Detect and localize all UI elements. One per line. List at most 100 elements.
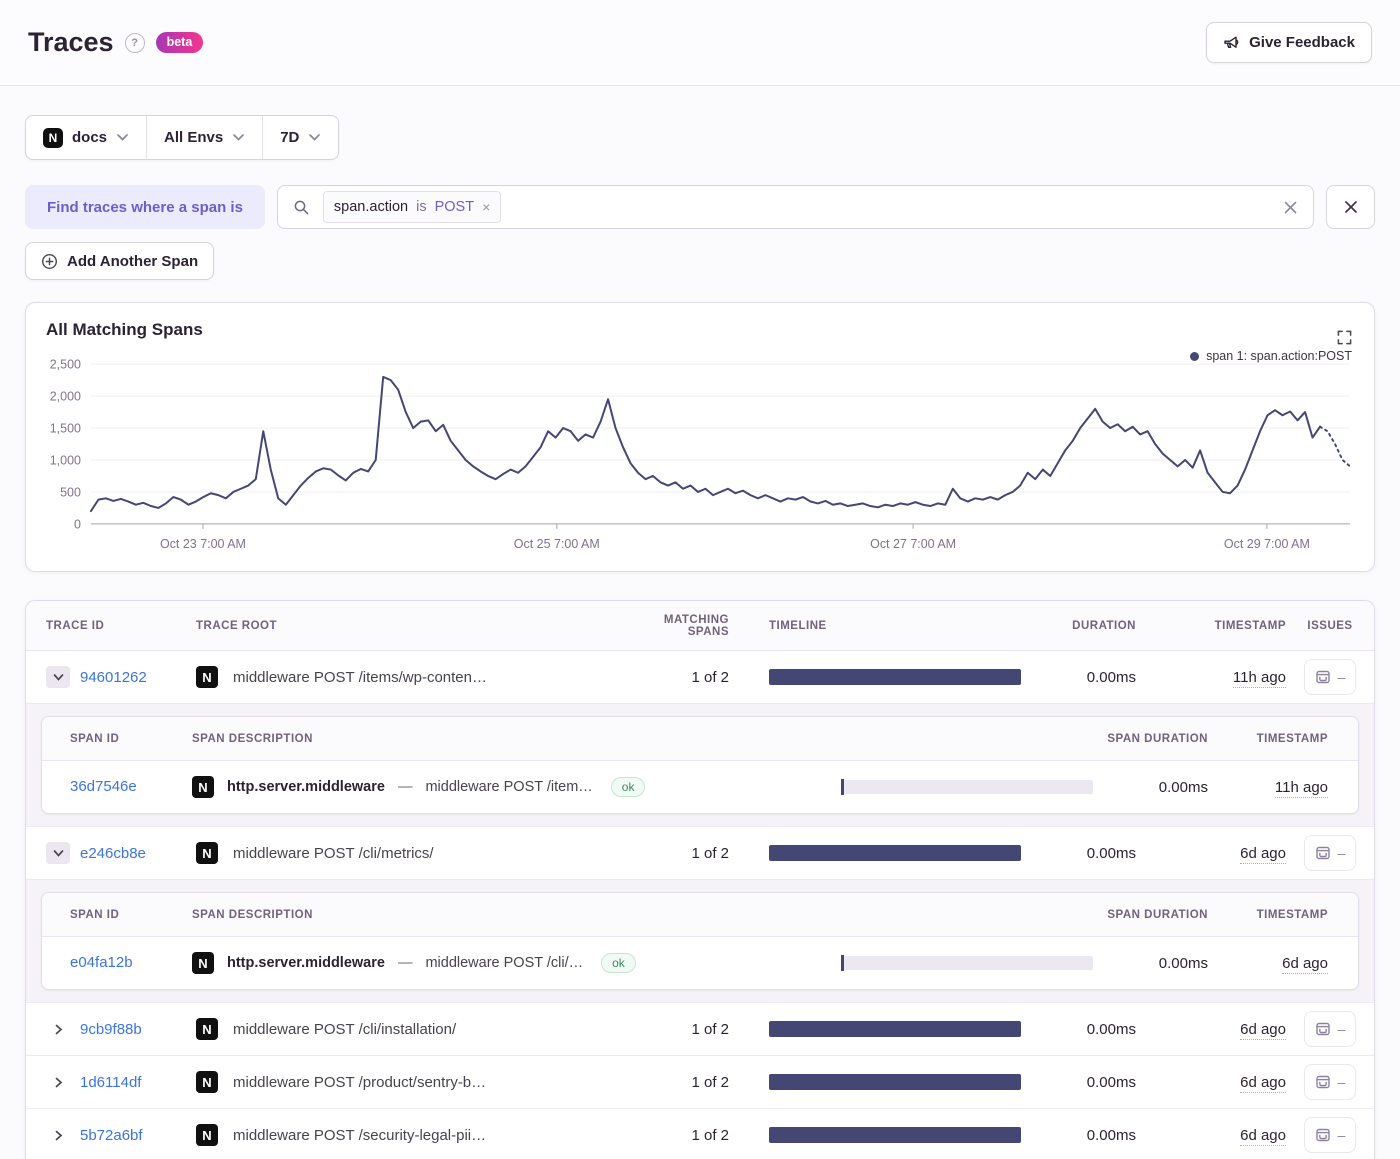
add-another-span-button[interactable]: Add Another Span xyxy=(25,242,214,280)
issues-button[interactable]: – xyxy=(1304,659,1357,695)
span-description-text: middleware POST /cli/… xyxy=(425,955,583,971)
environment-filter[interactable]: All Envs xyxy=(146,116,262,159)
trace-timeline-bar[interactable] xyxy=(769,845,1021,861)
trace-id-link[interactable]: e246cb8e xyxy=(80,845,146,862)
help-icon[interactable]: ? xyxy=(125,33,145,53)
trace-timeline-bar[interactable] xyxy=(769,1021,1021,1037)
fullscreen-icon[interactable] xyxy=(1337,330,1352,345)
trace-id-link[interactable]: 5b72a6bf xyxy=(80,1127,143,1144)
issues-icon xyxy=(1315,1127,1331,1143)
span-id-link[interactable]: e04fa12b xyxy=(70,954,133,971)
trace-root-text: middleware POST /cli/metrics/ xyxy=(233,845,434,862)
trace-timestamp[interactable]: 11h ago xyxy=(1233,669,1286,688)
trace-timestamp[interactable]: 6d ago xyxy=(1240,845,1286,864)
span-timeline-marker xyxy=(841,779,844,795)
issues-button[interactable]: – xyxy=(1304,835,1357,871)
table-body: 94601262 Nmiddleware POST /items/wp-conte… xyxy=(26,651,1374,1159)
give-feedback-button[interactable]: Give Feedback xyxy=(1206,22,1372,63)
token-key: span.action xyxy=(334,199,408,215)
column-header-timestamp: Timestamp xyxy=(1136,620,1286,632)
trace-row[interactable]: 5b72a6bf Nmiddleware POST /security-legal… xyxy=(26,1109,1374,1159)
matching-spans-count: 1 of 2 xyxy=(619,1021,729,1038)
trace-row[interactable]: 94601262 Nmiddleware POST /items/wp-conte… xyxy=(26,651,1374,704)
trace-duration: 0.00ms xyxy=(1021,1021,1136,1038)
span-timestamp[interactable]: 11h ago xyxy=(1275,779,1328,798)
trace-duration: 0.00ms xyxy=(1021,1127,1136,1144)
span-status-badge: ok xyxy=(611,777,646,797)
column-header-span-timestamp: Timestamp xyxy=(1208,733,1328,745)
span-timestamp[interactable]: 6d ago xyxy=(1282,955,1328,974)
column-header-matching-spans: Matching Spans xyxy=(619,614,729,638)
filter-token[interactable]: span.action is POST × xyxy=(323,191,501,223)
page-filter-bar: N docs All Envs 7D xyxy=(25,115,339,160)
trace-duration: 0.00ms xyxy=(1021,669,1136,686)
column-header-span-id: Span ID xyxy=(70,733,192,745)
issues-button[interactable]: – xyxy=(1304,1117,1357,1153)
trace-row[interactable]: e246cb8eNmiddleware POST /cli/metrics/1 … xyxy=(26,827,1374,880)
column-header-span-id: Span ID xyxy=(70,909,192,921)
trace-id-link[interactable]: 94601262 xyxy=(80,669,147,686)
expander-button[interactable] xyxy=(46,666,70,688)
project-filter[interactable]: N docs xyxy=(26,116,146,159)
token-operator: is xyxy=(416,199,426,215)
span-separator: — xyxy=(398,779,413,795)
nextjs-icon: N xyxy=(43,128,63,148)
column-header-trace-root: Trace Root xyxy=(196,620,619,632)
column-header-span-description: Span Description xyxy=(192,733,801,745)
span-id-link[interactable]: 36d7546e xyxy=(70,778,137,795)
clear-search-icon[interactable] xyxy=(1283,200,1298,215)
remove-token-icon[interactable]: × xyxy=(482,200,490,214)
span-row[interactable]: 36d7546eNhttp.server.middleware—middlewa… xyxy=(42,761,1358,813)
trace-timestamp[interactable]: 6d ago xyxy=(1240,1127,1286,1146)
trace-timeline-bar[interactable] xyxy=(769,669,1021,685)
time-range-filter[interactable]: 7D xyxy=(262,116,338,159)
span-duration: 0.00ms xyxy=(1093,955,1208,972)
nextjs-icon: N xyxy=(196,666,218,688)
trace-timeline-bar[interactable] xyxy=(769,1127,1021,1143)
svg-text:1,000: 1,000 xyxy=(50,453,81,467)
trace-row[interactable]: 1d6114dfNmiddleware POST /product/sentry… xyxy=(26,1056,1374,1109)
expander-button[interactable] xyxy=(46,1071,70,1093)
matching-spans-count: 1 of 2 xyxy=(619,845,729,862)
span-table-header-row: Span IDSpan DescriptionSpan DurationTime… xyxy=(42,893,1358,937)
trace-timestamp[interactable]: 6d ago xyxy=(1240,1074,1286,1093)
token-value: POST xyxy=(435,199,474,215)
environment-filter-label: All Envs xyxy=(164,129,223,146)
trace-row[interactable]: 9cb9f88bNmiddleware POST /cli/installati… xyxy=(26,1003,1374,1056)
span-op: http.server.middleware xyxy=(227,955,385,971)
issues-count: – xyxy=(1338,845,1346,861)
span-table: Span IDSpan DescriptionSpan DurationTime… xyxy=(41,892,1359,990)
nextjs-icon: N xyxy=(192,952,214,974)
give-feedback-label: Give Feedback xyxy=(1249,34,1355,51)
legend-label: span 1: span.action:POST xyxy=(1206,349,1352,363)
trace-root-text: middleware POST /security-legal-pii… xyxy=(233,1127,486,1144)
expander-button[interactable] xyxy=(46,1124,70,1146)
trace-timestamp[interactable]: 6d ago xyxy=(1240,1021,1286,1040)
span-timeline[interactable] xyxy=(841,780,1093,794)
traces-table: Trace ID Trace Root Matching Spans Timel… xyxy=(25,600,1375,1159)
issues-count: – xyxy=(1338,1127,1346,1143)
span-row[interactable]: e04fa12bNhttp.server.middleware—middlewa… xyxy=(42,937,1358,989)
trace-id-link[interactable]: 1d6114df xyxy=(80,1074,141,1091)
issues-button[interactable]: – xyxy=(1304,1011,1357,1047)
span-search-input[interactable]: span.action is POST × xyxy=(277,185,1314,229)
expander-button[interactable] xyxy=(46,842,70,864)
legend-dot xyxy=(1190,352,1199,361)
svg-text:2,500: 2,500 xyxy=(50,358,81,372)
svg-text:Oct 27 7:00 AM: Oct 27 7:00 AM xyxy=(870,537,956,551)
expander-button[interactable] xyxy=(46,1018,70,1040)
trace-root-text: middleware POST /items/wp-conten… xyxy=(233,669,487,686)
issues-button[interactable]: – xyxy=(1304,1064,1357,1100)
trace-id-link[interactable]: 9cb9f88b xyxy=(80,1021,142,1038)
table-header-row: Trace ID Trace Root Matching Spans Timel… xyxy=(26,601,1374,651)
spans-line-chart: 05001,0001,5002,0002,500Oct 23 7:00 AMOc… xyxy=(46,346,1354,561)
span-op: http.server.middleware xyxy=(227,779,385,795)
remove-span-query-button[interactable] xyxy=(1326,185,1375,229)
column-header-span-description: Span Description xyxy=(192,909,801,921)
trace-timeline-bar[interactable] xyxy=(769,1074,1021,1090)
column-header-trace-id: Trace ID xyxy=(46,620,196,632)
span-timeline[interactable] xyxy=(841,956,1093,970)
nextjs-icon: N xyxy=(196,1124,218,1146)
chevron-down-icon xyxy=(308,133,321,142)
svg-text:Oct 23 7:00 AM: Oct 23 7:00 AM xyxy=(160,537,246,551)
